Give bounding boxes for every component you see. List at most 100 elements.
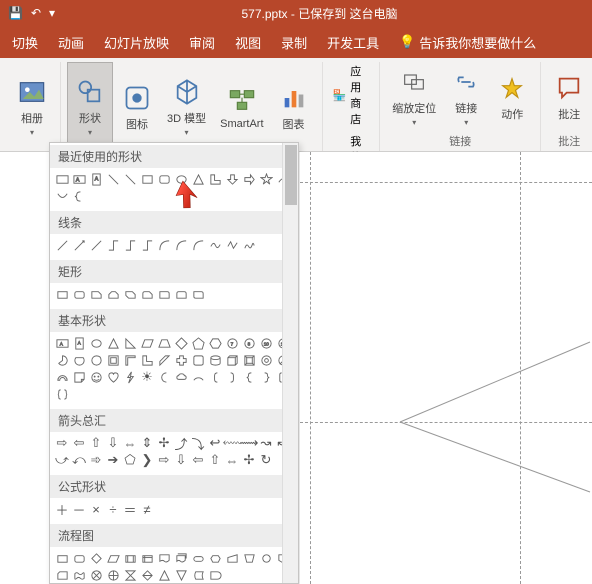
smartart-button[interactable]: SmartArt xyxy=(214,62,269,151)
shape-line-double-arrow[interactable] xyxy=(88,237,104,253)
chart-button[interactable]: 图表 xyxy=(272,62,316,151)
3d-model-button[interactable]: 3D 模型 ▾ xyxy=(161,62,212,151)
shape-half-frame[interactable] xyxy=(122,352,138,368)
shape-arrow-notch[interactable]: ➔ xyxy=(105,452,121,468)
shape-terminator[interactable] xyxy=(190,550,206,566)
shape-cube[interactable] xyxy=(224,352,240,368)
tab-developer[interactable]: 开发工具 xyxy=(327,33,379,52)
shape-arrow-pentagon[interactable]: ⬠ xyxy=(122,452,138,468)
shape-multiply[interactable]: × xyxy=(88,501,104,517)
shape-pentagon[interactable] xyxy=(190,335,206,351)
shape-block-arc[interactable] xyxy=(54,369,70,385)
shapes-button[interactable]: 形状 ▾ xyxy=(67,62,113,151)
shape-trapezoid[interactable] xyxy=(156,335,172,351)
shape-smiley[interactable] xyxy=(88,369,104,385)
shape-donut[interactable] xyxy=(258,352,274,368)
shape-sun[interactable]: ☀ xyxy=(139,369,155,385)
shape-arrow-la[interactable]: ⬳ xyxy=(224,435,240,451)
shape-arrow-lra-callout[interactable]: ⇔ xyxy=(224,452,240,468)
shape-decision[interactable] xyxy=(88,550,104,566)
shape-preparation[interactable] xyxy=(207,550,223,566)
save-icon[interactable]: 💾 xyxy=(8,6,23,20)
shape-oval[interactable] xyxy=(88,335,104,351)
shape-line2[interactable] xyxy=(122,171,138,187)
shape-snip-round[interactable] xyxy=(139,286,155,302)
undo-icon[interactable]: ↶ xyxy=(31,6,41,20)
shape-sort[interactable] xyxy=(139,567,155,583)
shape-frame[interactable] xyxy=(105,352,121,368)
shape-bevel[interactable] xyxy=(241,352,257,368)
shape-pie[interactable] xyxy=(54,352,70,368)
link-button[interactable]: 链接 ▾ xyxy=(444,62,488,131)
shape-can[interactable] xyxy=(207,352,223,368)
shape-rect[interactable] xyxy=(54,286,70,302)
shape-arrow-circular[interactable]: ↻ xyxy=(258,452,274,468)
shape-textbox[interactable]: A xyxy=(54,335,70,351)
shape-arrow-down[interactable]: ⇩ xyxy=(105,435,121,451)
shape-collate[interactable] xyxy=(122,567,138,583)
shape-arrow-la-callout[interactable]: ⇦ xyxy=(190,452,206,468)
shape-snip-1[interactable] xyxy=(88,286,104,302)
shape-freeform2[interactable] xyxy=(224,237,240,253)
shape-elbow-double[interactable] xyxy=(139,237,155,253)
tell-me[interactable]: 💡 告诉我你想要做什么 xyxy=(399,33,536,52)
shape-process[interactable] xyxy=(54,550,70,566)
comment-button[interactable]: 批注 xyxy=(547,62,591,131)
shape-arc[interactable] xyxy=(190,369,206,385)
shape-equal[interactable]: ＝ xyxy=(122,501,138,517)
shape-rectangle[interactable] xyxy=(54,171,70,187)
shape-arrow-ra-callout[interactable]: ⇨ xyxy=(156,452,172,468)
shape-minus[interactable]: － xyxy=(71,501,87,517)
shape-arrow-curved-d[interactable]: ⤺ xyxy=(71,452,87,468)
shape-line[interactable] xyxy=(54,237,70,253)
shape-arrow-down[interactable] xyxy=(224,171,240,187)
shape-hexagon[interactable] xyxy=(207,335,223,351)
shape-divide[interactable]: ÷ xyxy=(105,501,121,517)
shape-multidoc[interactable] xyxy=(173,550,189,566)
shape-arrow-lur[interactable]: ⤴ xyxy=(173,435,189,451)
shape-arrow-da-callout[interactable]: ⇩ xyxy=(173,452,189,468)
shape-line-arrow[interactable] xyxy=(71,237,87,253)
shape-cloud[interactable] xyxy=(173,369,189,385)
shape-textbox-v[interactable]: A xyxy=(71,335,87,351)
shape-arrow-lr[interactable]: ⇔ xyxy=(122,435,138,451)
shape-round-diag[interactable] xyxy=(190,286,206,302)
shape-rounded-rect[interactable] xyxy=(71,286,87,302)
tab-review[interactable]: 审阅 xyxy=(189,33,215,52)
shape-octagon[interactable]: 8 xyxy=(241,335,257,351)
shape-data[interactable] xyxy=(105,550,121,566)
shape-connector[interactable] xyxy=(258,550,274,566)
shape-internal[interactable] xyxy=(139,550,155,566)
shape-cross[interactable] xyxy=(173,352,189,368)
shape-arrow-right[interactable]: ⇨ xyxy=(54,435,70,451)
shape-arrow-up[interactable]: ⇧ xyxy=(88,435,104,451)
shape-document[interactable] xyxy=(156,550,172,566)
album-button[interactable]: 相册 ▾ xyxy=(10,62,54,151)
shape-curve-conn[interactable] xyxy=(156,237,172,253)
tab-slideshow[interactable]: 幻灯片放映 xyxy=(104,33,169,52)
shape-curve2[interactable] xyxy=(54,188,70,204)
shape-snip-diag[interactable] xyxy=(122,286,138,302)
shape-elbow-arrow[interactable] xyxy=(122,237,138,253)
shape-bracket-l[interactable] xyxy=(207,369,223,385)
shape-moon[interactable] xyxy=(156,369,172,385)
shape-diag-stripe[interactable] xyxy=(156,352,172,368)
shape-heart[interactable] xyxy=(105,369,121,385)
tab-switch[interactable]: 切换 xyxy=(12,33,38,52)
slide-canvas[interactable] xyxy=(300,152,592,584)
shape-diamond[interactable] xyxy=(173,335,189,351)
shape-tape[interactable] xyxy=(71,567,87,583)
shape-merge[interactable] xyxy=(173,567,189,583)
shape-stored[interactable] xyxy=(190,567,206,583)
shape-manual-input[interactable] xyxy=(224,550,240,566)
shape-manual-op[interactable] xyxy=(241,550,257,566)
shape-l-shape[interactable] xyxy=(139,352,155,368)
shape-predefined[interactable] xyxy=(122,550,138,566)
shape-scribble[interactable] xyxy=(241,237,257,253)
shape-arrow-left[interactable]: ⇦ xyxy=(71,435,87,451)
tab-record[interactable]: 录制 xyxy=(281,33,307,52)
shape-lightning[interactable] xyxy=(122,369,138,385)
shape-textbox-v[interactable]: A xyxy=(88,171,104,187)
shape-line[interactable] xyxy=(105,171,121,187)
shape-arrow-bent[interactable]: ⤵ xyxy=(190,435,206,451)
